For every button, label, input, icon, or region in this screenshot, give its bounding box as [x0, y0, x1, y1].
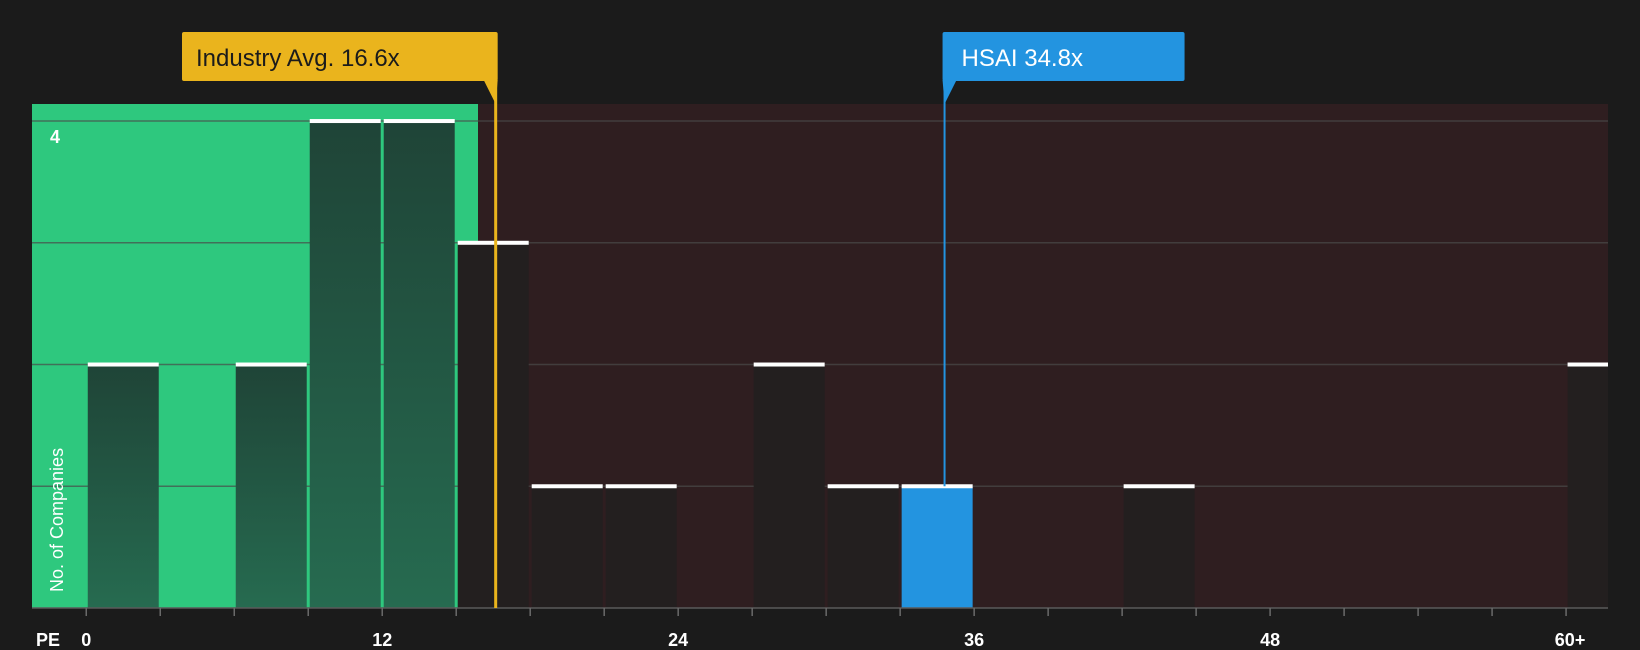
histogram-bar — [87, 364, 159, 608]
histogram-bar — [457, 242, 529, 609]
bar-cap — [1123, 484, 1195, 489]
histogram-bar — [383, 121, 455, 608]
pe-distribution-chart: 0 12 24 36 48 60+ Industry Avg. 16.6x HSAI 34.… — [32, 32, 1608, 650]
x-tick-label: 36 — [964, 630, 984, 650]
x-tick-label: 24 — [668, 630, 688, 650]
histogram-bar — [1123, 486, 1195, 608]
x-axis-label: PE — [36, 630, 60, 650]
histogram-bar — [753, 364, 825, 608]
histogram-bar — [235, 364, 307, 608]
x-axis: 0 12 24 36 48 60+ — [32, 607, 1608, 650]
company-label: HSAI 34.8x — [962, 45, 1083, 72]
industry-average-label: Industry Avg. 16.6x — [196, 45, 400, 72]
bar-cap — [827, 484, 899, 489]
bar-cap — [753, 362, 825, 367]
histogram-bar — [531, 486, 603, 608]
histogram-bar — [1567, 364, 1608, 608]
company-pointer — [942, 80, 957, 104]
bar-cap — [87, 362, 159, 367]
bar-cap — [901, 484, 973, 489]
x-tick-label: 0 — [81, 630, 91, 650]
bar-cap — [605, 484, 677, 489]
bar-cap — [383, 119, 455, 124]
industry-average-pointer — [483, 80, 498, 104]
bar-cap — [235, 362, 307, 367]
bar-cap — [309, 119, 381, 124]
bar-cap — [531, 484, 603, 489]
histogram-bar — [309, 121, 381, 608]
histogram-bar — [827, 486, 899, 608]
histogram-bar — [605, 486, 677, 608]
x-tick-label: 60+ — [1555, 630, 1586, 650]
y-axis-label: No. of Companies — [47, 448, 67, 592]
bar-cap — [457, 240, 529, 245]
bar-cap — [1567, 362, 1608, 367]
y-tick-label-4: 4 — [50, 127, 60, 147]
x-tick-label: 48 — [1260, 630, 1280, 650]
x-tick-label: 12 — [372, 630, 392, 650]
histogram-bar — [901, 486, 973, 608]
